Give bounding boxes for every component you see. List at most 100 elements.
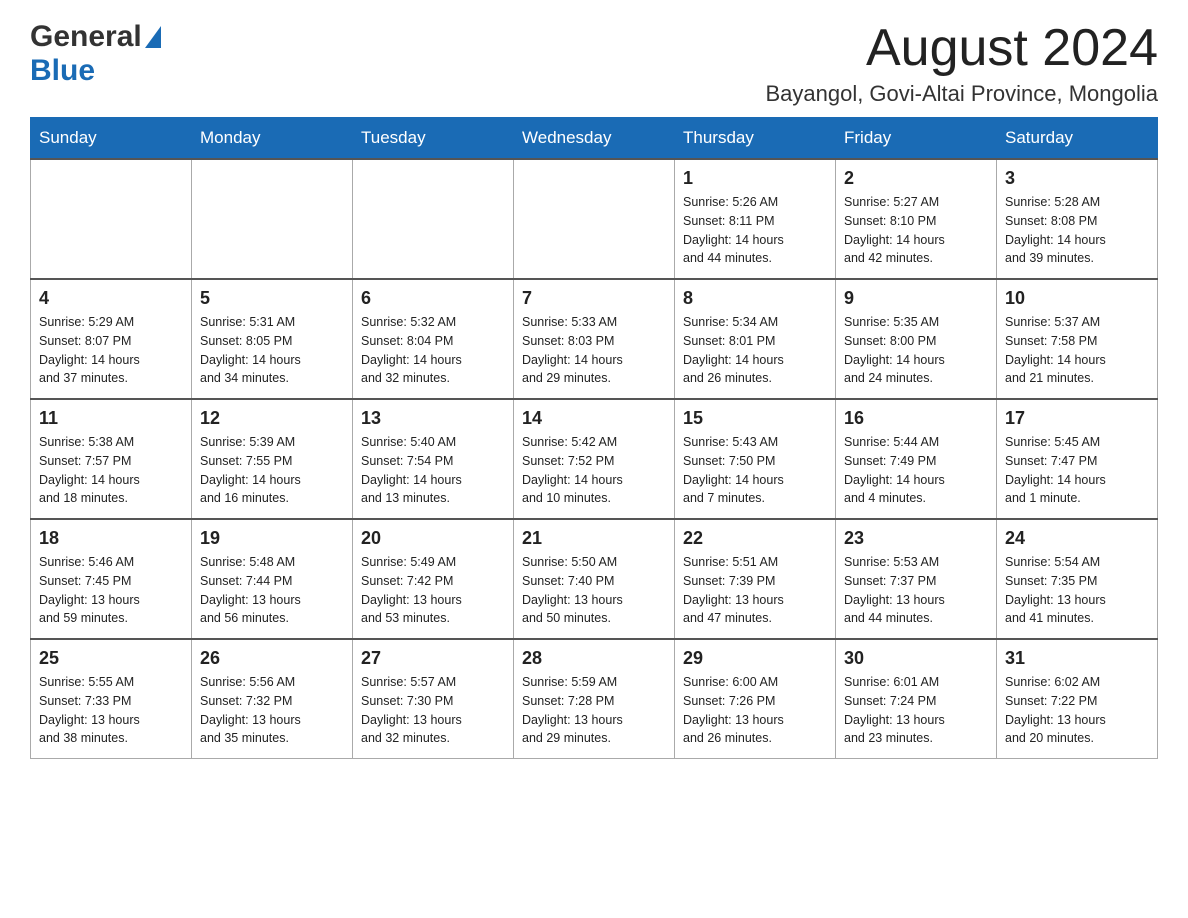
- logo: General Blue: [30, 20, 161, 88]
- day-number: 13: [361, 408, 505, 429]
- calendar-week-row: 1Sunrise: 5:26 AM Sunset: 8:11 PM Daylig…: [31, 159, 1158, 279]
- calendar-cell: 14 Sunrise: 5:42 AM Sunset: 7:52 PM Dayli…: [514, 399, 675, 519]
- calendar-cell: 21 Sunrise: 5:50 AM Sunset: 7:40 PM Dayli…: [514, 519, 675, 639]
- calendar-cell: [192, 159, 353, 279]
- calendar-header: SundayMondayTuesdayWednesdayThursdayFrid…: [31, 118, 1158, 160]
- calendar-week-row: 18 Sunrise: 5:46 AM Sunset: 7:45 PM Dayli…: [31, 519, 1158, 639]
- calendar-cell: [353, 159, 514, 279]
- day-number: 18: [39, 528, 183, 549]
- calendar-cell: 23Sunrise: 5:53 AM Sunset: 7:37 PM Dayli…: [836, 519, 997, 639]
- day-number: 31: [1005, 648, 1149, 669]
- day-info: Sunrise: 5:51 AM Sunset: 7:39 PM Dayligh…: [683, 553, 827, 628]
- calendar-cell: 18 Sunrise: 5:46 AM Sunset: 7:45 PM Dayli…: [31, 519, 192, 639]
- day-number: 21: [522, 528, 666, 549]
- calendar-cell: 3 Sunrise: 5:28 AM Sunset: 8:08 PM Daylig…: [997, 159, 1158, 279]
- calendar-body: 1Sunrise: 5:26 AM Sunset: 8:11 PM Daylig…: [31, 159, 1158, 759]
- day-number: 28: [522, 648, 666, 669]
- calendar-cell: 9 Sunrise: 5:35 AM Sunset: 8:00 PM Daylig…: [836, 279, 997, 399]
- day-number: 4: [39, 288, 183, 309]
- day-number: 6: [361, 288, 505, 309]
- day-number: 27: [361, 648, 505, 669]
- day-info: Sunrise: 5:55 AM Sunset: 7:33 PM Dayligh…: [39, 673, 183, 748]
- day-number: 5: [200, 288, 344, 309]
- day-info: Sunrise: 5:53 AM Sunset: 7:37 PM Dayligh…: [844, 553, 988, 628]
- calendar-cell: 13 Sunrise: 5:40 AM Sunset: 7:54 PM Dayli…: [353, 399, 514, 519]
- weekday-header-tuesday: Tuesday: [353, 118, 514, 160]
- day-info: Sunrise: 5:31 AM Sunset: 8:05 PM Dayligh…: [200, 313, 344, 388]
- day-info: Sunrise: 6:01 AM Sunset: 7:24 PM Dayligh…: [844, 673, 988, 748]
- calendar-cell: 29 Sunrise: 6:00 AM Sunset: 7:26 PM Dayli…: [675, 639, 836, 759]
- weekday-header-monday: Monday: [192, 118, 353, 160]
- day-info: Sunrise: 5:56 AM Sunset: 7:32 PM Dayligh…: [200, 673, 344, 748]
- calendar-cell: 7 Sunrise: 5:33 AM Sunset: 8:03 PM Daylig…: [514, 279, 675, 399]
- calendar-cell: 28 Sunrise: 5:59 AM Sunset: 7:28 PM Dayli…: [514, 639, 675, 759]
- month-title: August 2024: [765, 20, 1158, 77]
- calendar-cell: 27 Sunrise: 5:57 AM Sunset: 7:30 PM Dayli…: [353, 639, 514, 759]
- day-number: 11: [39, 408, 183, 429]
- day-info: Sunrise: 5:57 AM Sunset: 7:30 PM Dayligh…: [361, 673, 505, 748]
- day-info: Sunrise: 5:39 AM Sunset: 7:55 PM Dayligh…: [200, 433, 344, 508]
- logo-blue-text: Blue: [30, 54, 95, 87]
- calendar-table: SundayMondayTuesdayWednesdayThursdayFrid…: [30, 117, 1158, 759]
- day-number: 25: [39, 648, 183, 669]
- day-info: Sunrise: 5:32 AM Sunset: 8:04 PM Dayligh…: [361, 313, 505, 388]
- calendar-cell: 16 Sunrise: 5:44 AM Sunset: 7:49 PM Dayli…: [836, 399, 997, 519]
- calendar-cell: 5 Sunrise: 5:31 AM Sunset: 8:05 PM Daylig…: [192, 279, 353, 399]
- day-number: 26: [200, 648, 344, 669]
- calendar-cell: 19Sunrise: 5:48 AM Sunset: 7:44 PM Dayli…: [192, 519, 353, 639]
- calendar-cell: [31, 159, 192, 279]
- calendar-week-row: 4Sunrise: 5:29 AM Sunset: 8:07 PM Daylig…: [31, 279, 1158, 399]
- weekday-header-wednesday: Wednesday: [514, 118, 675, 160]
- day-number: 19: [200, 528, 344, 549]
- day-info: Sunrise: 5:26 AM Sunset: 8:11 PM Dayligh…: [683, 193, 827, 268]
- day-info: Sunrise: 5:40 AM Sunset: 7:54 PM Dayligh…: [361, 433, 505, 508]
- day-info: Sunrise: 5:46 AM Sunset: 7:45 PM Dayligh…: [39, 553, 183, 628]
- day-number: 3: [1005, 168, 1149, 189]
- day-info: Sunrise: 5:44 AM Sunset: 7:49 PM Dayligh…: [844, 433, 988, 508]
- day-number: 16: [844, 408, 988, 429]
- weekday-header-friday: Friday: [836, 118, 997, 160]
- weekday-header-thursday: Thursday: [675, 118, 836, 160]
- logo-general-text: General: [30, 20, 142, 54]
- day-info: Sunrise: 5:33 AM Sunset: 8:03 PM Dayligh…: [522, 313, 666, 388]
- calendar-cell: 1Sunrise: 5:26 AM Sunset: 8:11 PM Daylig…: [675, 159, 836, 279]
- day-number: 14: [522, 408, 666, 429]
- weekday-header-saturday: Saturday: [997, 118, 1158, 160]
- day-number: 7: [522, 288, 666, 309]
- day-number: 12: [200, 408, 344, 429]
- day-info: Sunrise: 5:42 AM Sunset: 7:52 PM Dayligh…: [522, 433, 666, 508]
- calendar-cell: 8Sunrise: 5:34 AM Sunset: 8:01 PM Daylig…: [675, 279, 836, 399]
- calendar-cell: 4Sunrise: 5:29 AM Sunset: 8:07 PM Daylig…: [31, 279, 192, 399]
- day-number: 30: [844, 648, 988, 669]
- day-info: Sunrise: 5:54 AM Sunset: 7:35 PM Dayligh…: [1005, 553, 1149, 628]
- day-info: Sunrise: 5:43 AM Sunset: 7:50 PM Dayligh…: [683, 433, 827, 508]
- calendar-cell: 31 Sunrise: 6:02 AM Sunset: 7:22 PM Dayli…: [997, 639, 1158, 759]
- calendar-cell: 26 Sunrise: 5:56 AM Sunset: 7:32 PM Dayli…: [192, 639, 353, 759]
- calendar-cell: [514, 159, 675, 279]
- calendar-cell: 11 Sunrise: 5:38 AM Sunset: 7:57 PM Dayli…: [31, 399, 192, 519]
- day-info: Sunrise: 5:59 AM Sunset: 7:28 PM Dayligh…: [522, 673, 666, 748]
- day-number: 29: [683, 648, 827, 669]
- weekday-header-sunday: Sunday: [31, 118, 192, 160]
- weekday-header-row: SundayMondayTuesdayWednesdayThursdayFrid…: [31, 118, 1158, 160]
- day-number: 9: [844, 288, 988, 309]
- day-info: Sunrise: 5:35 AM Sunset: 8:00 PM Dayligh…: [844, 313, 988, 388]
- day-info: Sunrise: 5:49 AM Sunset: 7:42 PM Dayligh…: [361, 553, 505, 628]
- day-info: Sunrise: 5:28 AM Sunset: 8:08 PM Dayligh…: [1005, 193, 1149, 268]
- day-info: Sunrise: 5:27 AM Sunset: 8:10 PM Dayligh…: [844, 193, 988, 268]
- day-number: 22: [683, 528, 827, 549]
- calendar-cell: 24 Sunrise: 5:54 AM Sunset: 7:35 PM Dayli…: [997, 519, 1158, 639]
- day-info: Sunrise: 5:50 AM Sunset: 7:40 PM Dayligh…: [522, 553, 666, 628]
- day-info: Sunrise: 5:38 AM Sunset: 7:57 PM Dayligh…: [39, 433, 183, 508]
- location-title: Bayangol, Govi-Altai Province, Mongolia: [765, 81, 1158, 107]
- day-number: 2: [844, 168, 988, 189]
- day-info: Sunrise: 5:45 AM Sunset: 7:47 PM Dayligh…: [1005, 433, 1149, 508]
- day-info: Sunrise: 6:02 AM Sunset: 7:22 PM Dayligh…: [1005, 673, 1149, 748]
- day-number: 10: [1005, 288, 1149, 309]
- day-info: Sunrise: 6:00 AM Sunset: 7:26 PM Dayligh…: [683, 673, 827, 748]
- day-number: 17: [1005, 408, 1149, 429]
- day-number: 24: [1005, 528, 1149, 549]
- calendar-cell: 17 Sunrise: 5:45 AM Sunset: 7:47 PM Dayli…: [997, 399, 1158, 519]
- calendar-cell: 22 Sunrise: 5:51 AM Sunset: 7:39 PM Dayli…: [675, 519, 836, 639]
- page-header: General Blue August 2024 Bayangol, Govi-…: [30, 20, 1158, 107]
